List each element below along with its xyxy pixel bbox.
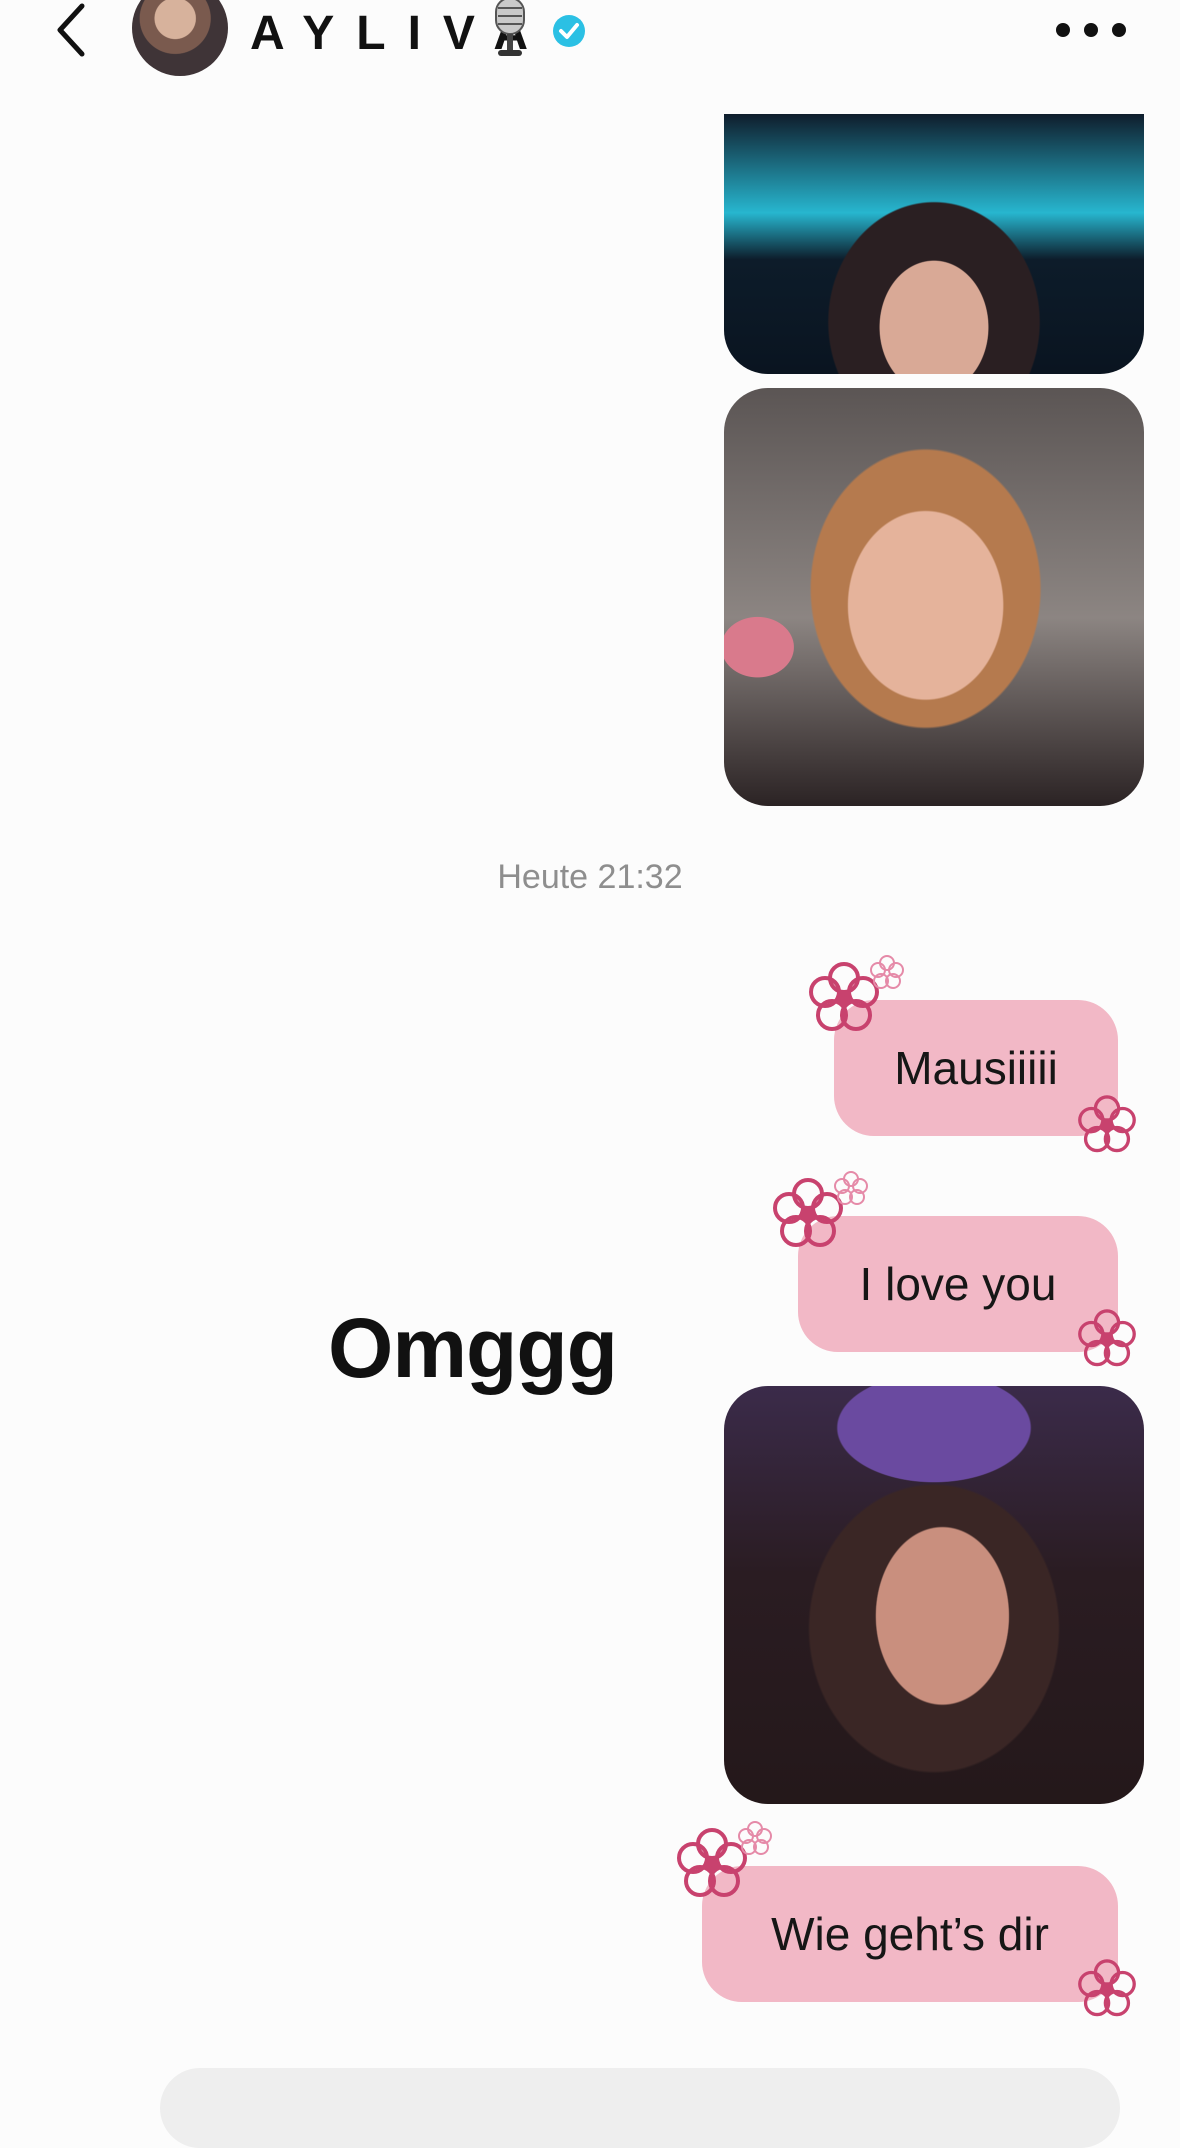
- avatar[interactable]: [132, 0, 228, 76]
- chevron-left-icon: [57, 3, 85, 57]
- message-text: Mausiiiii: [894, 1042, 1058, 1094]
- message-text: I love you: [859, 1258, 1057, 1310]
- more-horizontal-icon: [1056, 23, 1070, 37]
- message-image[interactable]: [724, 1386, 1144, 1804]
- message-timestamp: Heute 21:32: [497, 858, 683, 896]
- back-button[interactable]: [36, 0, 106, 60]
- more-options-button[interactable]: [1056, 12, 1126, 48]
- flower-sticker-icon: [1078, 1959, 1136, 2017]
- flower-sticker-icon: [1078, 1095, 1136, 1153]
- flower-sticker-icon: [1078, 1309, 1136, 1367]
- verified-badge-icon: [553, 15, 585, 47]
- message-composer[interactable]: [160, 2068, 1120, 2148]
- flower-sticker-icon: [870, 955, 904, 989]
- flower-sticker-icon: [834, 1171, 868, 1205]
- reaction-text: Omggg: [328, 1301, 618, 1395]
- message-image[interactable]: [724, 114, 1144, 374]
- microphone-emoji-icon: [495, 0, 525, 56]
- message-image[interactable]: [724, 388, 1144, 806]
- flower-sticker-icon: [738, 1821, 772, 1855]
- message-bubble[interactable]: Wie geht’s dir: [702, 1866, 1118, 2002]
- message-text: Wie geht’s dir: [771, 1908, 1049, 1960]
